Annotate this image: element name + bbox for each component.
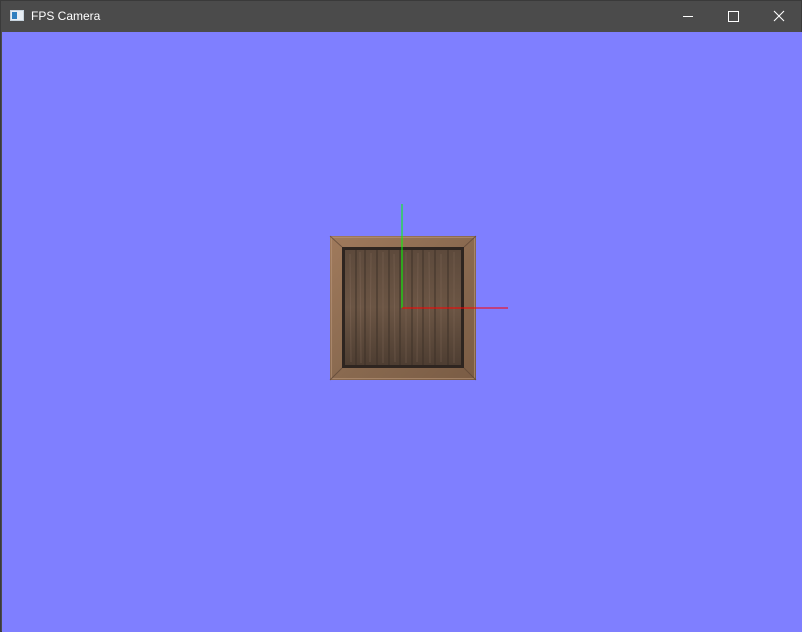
app-window: FPS Camera [0, 0, 802, 632]
render-viewport[interactable] [2, 32, 802, 632]
close-button[interactable] [756, 1, 802, 31]
maximize-button[interactable] [711, 1, 757, 31]
minimize-icon [683, 16, 693, 17]
minimize-button[interactable] [665, 1, 711, 31]
title-bar[interactable]: FPS Camera [1, 1, 801, 31]
maximize-icon [728, 11, 739, 22]
close-icon [773, 10, 785, 22]
window-title: FPS Camera [31, 9, 101, 23]
app-window-icon [10, 10, 24, 21]
scene-canvas [329, 204, 508, 381]
